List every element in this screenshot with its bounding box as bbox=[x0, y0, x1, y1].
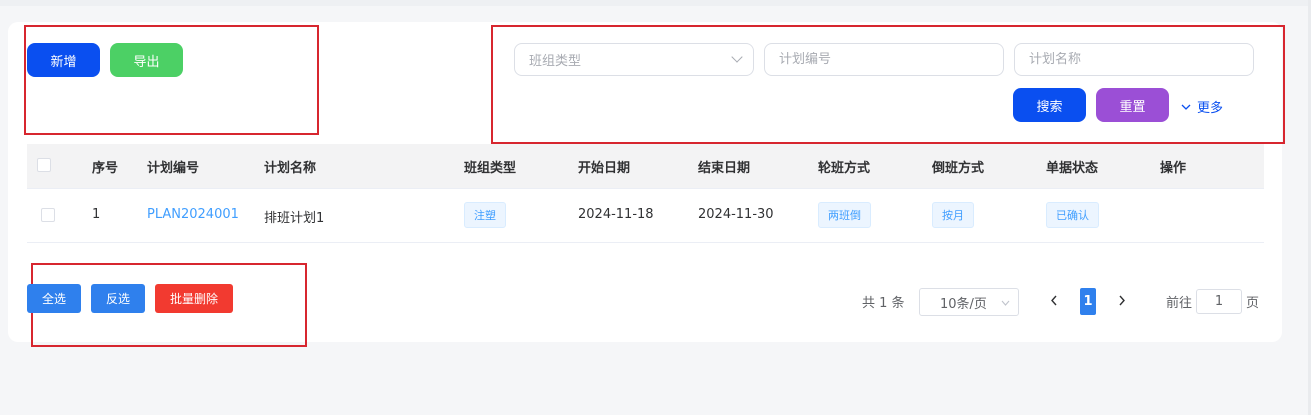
chevron-left-icon[interactable] bbox=[1050, 295, 1058, 306]
pagination-total: 共 1 条 bbox=[862, 296, 905, 311]
goto-label: 前往 bbox=[1166, 296, 1193, 311]
col-start-date: 开始日期 bbox=[578, 161, 631, 176]
plan-code-link[interactable]: PLAN2024001 bbox=[147, 207, 239, 222]
page-size-label: 10条/页 bbox=[940, 296, 987, 312]
chevron-right-icon[interactable] bbox=[1118, 295, 1126, 306]
col-status: 单据状态 bbox=[1046, 161, 1099, 176]
col-rotation: 轮班方式 bbox=[818, 161, 871, 176]
top-band bbox=[0, 0, 1311, 6]
rotation-tag: 两班倒 bbox=[818, 202, 871, 228]
row-end-date: 2024-11-30 bbox=[698, 207, 774, 222]
goto-page-input[interactable]: 1 bbox=[1196, 289, 1242, 314]
status-tag: 已确认 bbox=[1046, 202, 1099, 228]
row-start-date: 2024-11-18 bbox=[578, 207, 654, 222]
page-size-select[interactable]: 10条/页 bbox=[919, 288, 1019, 316]
col-plan-code: 计划编号 bbox=[147, 161, 200, 176]
annotation-box-toolbar bbox=[24, 25, 319, 135]
col-actions: 操作 bbox=[1160, 161, 1187, 176]
invert-selection-button[interactable]: 反选 bbox=[91, 284, 145, 313]
chevron-down-icon bbox=[1001, 300, 1010, 306]
page-number-current[interactable]: 1 bbox=[1080, 288, 1096, 315]
col-end-date: 结束日期 bbox=[698, 161, 751, 176]
select-all-button[interactable]: 全选 bbox=[27, 284, 81, 313]
select-all-checkbox[interactable] bbox=[37, 158, 51, 172]
row-index: 1 bbox=[92, 207, 101, 222]
col-plan-name: 计划名称 bbox=[264, 161, 317, 176]
page-suffix: 页 bbox=[1246, 296, 1260, 311]
col-team-type: 班组类型 bbox=[464, 161, 517, 176]
col-shift-mode: 倒班方式 bbox=[932, 161, 985, 176]
col-index: 序号 bbox=[92, 161, 119, 176]
shift-mode-tag: 按月 bbox=[932, 202, 974, 228]
batch-delete-button[interactable]: 批量删除 bbox=[155, 284, 233, 313]
row-checkbox[interactable] bbox=[41, 208, 55, 222]
team-type-tag: 注塑 bbox=[464, 202, 506, 228]
row-divider bbox=[27, 242, 1264, 243]
annotation-box-filters bbox=[491, 25, 1285, 144]
row-plan-name: 排班计划1 bbox=[264, 211, 325, 226]
